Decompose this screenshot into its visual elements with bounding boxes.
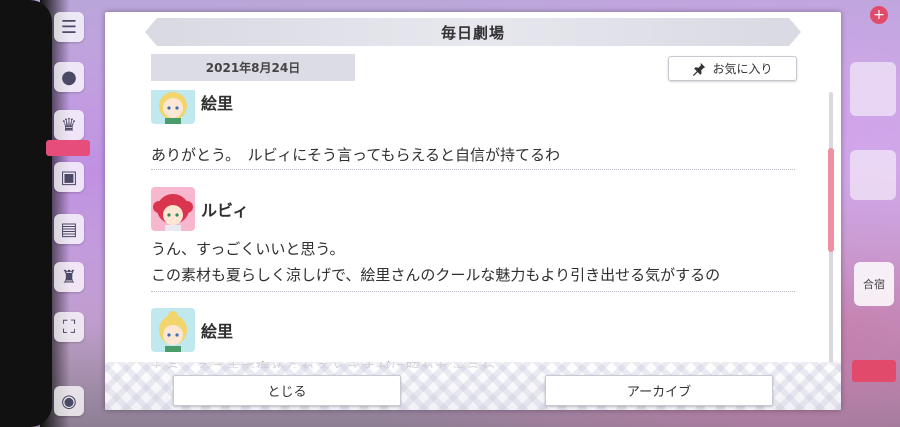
scrollbar-thumb[interactable] [828,148,834,252]
right-side-deco: + 合宿 [842,0,900,427]
message-line: うん、すっごくいいと思う。 [151,240,345,258]
trophy-icon[interactable]: ♜ [54,262,84,292]
favorite-button[interactable]: お気に入り [668,56,797,81]
eli-avatar [151,90,195,124]
daily-theater-dialog: 毎日劇場 2021年8月24日 お気に入り 絵里 ありがとう。 ルビィにそう言っ… [105,12,841,410]
camp-button[interactable]: 合宿 [854,262,894,306]
message-line: この素材も夏らしく涼しげで、絵里さんのクールな魅力もより引き出せる気がするの [151,266,721,284]
menu-icon[interactable]: ☰ [54,12,84,42]
event-badge [46,140,90,156]
pin-icon [693,62,706,76]
speaker-name: 絵里 [201,94,234,113]
speaker-name: ルビィ [201,201,249,220]
plus-icon[interactable]: + [870,6,888,24]
archive-button[interactable]: アーカイブ [545,375,773,406]
message-line: ありがとう。 ルビィにそう言ってもらえると自信が持てるわ [151,146,561,164]
ruby-avatar [151,187,195,231]
speaker-header: 絵里 [151,308,451,352]
gift-icon[interactable]: ▣ [54,162,84,192]
chat-icon[interactable]: ● [54,62,84,92]
side-menu: ☰ ● ♛ ▣ ▤ ♜ ⛶ ◉ [46,8,90,418]
divider [151,291,795,292]
profile-icon[interactable]: ◉ [54,386,84,416]
monitor-icon[interactable]: ▤ [54,214,84,244]
right-ribbon [852,360,896,382]
dialogue-scroll-area[interactable]: 絵里 ありがとう。 ルビィにそう言ってもらえると自信が持てるわ ルビィ うん、す… [105,90,841,368]
dialog-header: 毎日劇場 [145,18,801,46]
dialog-title: 毎日劇場 [440,23,505,42]
close-button[interactable]: とじる [173,375,401,406]
speaker-name: 絵里 [201,322,234,341]
eli-avatar [151,308,195,352]
date-label: 2021年8月24日 [151,54,355,81]
favorite-label: お気に入り [712,62,773,76]
fullscreen-icon[interactable]: ⛶ [54,312,84,342]
divider [151,169,795,170]
speaker-header: ルビィ [151,187,451,231]
right-card[interactable] [850,62,896,116]
right-card[interactable] [850,150,896,200]
speaker-header: 絵里 [151,90,451,124]
cup-icon[interactable]: ♛ [54,110,84,140]
screen-bezel [0,0,70,427]
